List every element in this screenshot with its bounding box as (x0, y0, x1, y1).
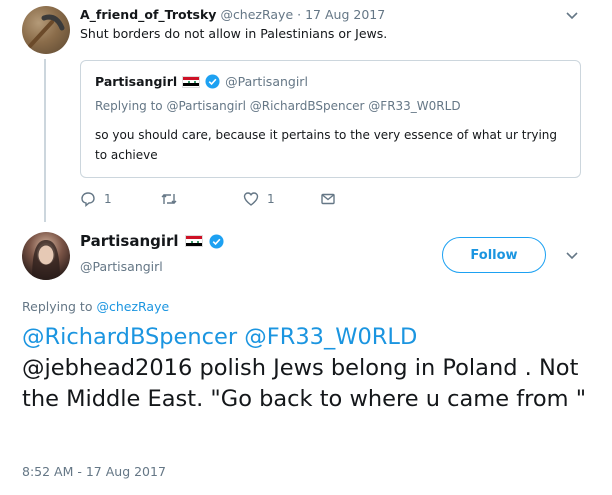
tweet-actions: 1 1 (80, 191, 360, 211)
quoted-tweet[interactable]: Partisangirl @Partisangirl Replying to @… (80, 60, 581, 178)
avatar[interactable] (22, 232, 70, 280)
like-count: 1 (267, 192, 275, 206)
quoted-tweet-header: Partisangirl @Partisangirl (95, 74, 308, 89)
chevron-down-icon[interactable] (565, 8, 579, 27)
like-button[interactable]: 1 (243, 191, 275, 207)
timestamp[interactable]: 8:52 AM - 17 Aug 2017 (22, 464, 166, 479)
tweet-text: Shut borders do not allow in Palestinian… (80, 26, 388, 41)
replying-to-prefix: Replying to (22, 299, 93, 314)
replying-to: Replying to @chezRaye (22, 299, 169, 314)
envelope-icon (321, 193, 335, 205)
verified-badge-icon (205, 74, 220, 89)
separator: · (297, 7, 302, 22)
retweet-button[interactable] (160, 191, 186, 207)
verified-badge-icon (209, 233, 224, 249)
replying-to: Replying to @Partisangirl @RichardBSpenc… (95, 99, 461, 113)
parent-tweet-header: A_friend_of_Trotsky @chezRaye · 17 Aug 2… (80, 7, 385, 22)
chevron-down-icon[interactable] (565, 248, 579, 267)
reply-icon (81, 192, 95, 207)
display-name: Partisangirl (95, 74, 178, 89)
heart-icon (243, 192, 259, 206)
quoted-tweet-text: so you should care, because it pertains … (95, 128, 558, 162)
display-name[interactable]: Partisangirl (80, 232, 179, 250)
handle[interactable]: @Partisangirl (80, 259, 163, 274)
handle[interactable]: @chezRaye (220, 7, 293, 22)
mention-links[interactable]: @RichardBSpencer @FR33_W0RLD (22, 324, 417, 350)
tweet-body: @jebhead2016 polish Jews belong in Polan… (22, 355, 587, 412)
thread-connector (44, 59, 46, 222)
display-name[interactable]: A_friend_of_Trotsky (80, 7, 216, 22)
reply-button[interactable]: 1 (80, 191, 112, 207)
main-tweet-text: @RichardBSpencer @FR33_W0RLD @jebhead201… (22, 322, 592, 415)
follow-button[interactable]: Follow (442, 237, 546, 273)
handle: @Partisangirl (225, 74, 308, 89)
retweet-icon (161, 194, 177, 204)
direct-message-button[interactable] (320, 191, 336, 207)
replying-to-link[interactable]: @chezRaye (96, 299, 169, 314)
avatar[interactable] (22, 6, 70, 54)
tweet-date[interactable]: 17 Aug 2017 (305, 7, 385, 22)
syria-flag-icon (184, 235, 203, 247)
main-tweet-author: Partisangirl (80, 232, 224, 250)
syria-flag-icon (182, 75, 201, 88)
reply-count: 1 (104, 192, 112, 206)
